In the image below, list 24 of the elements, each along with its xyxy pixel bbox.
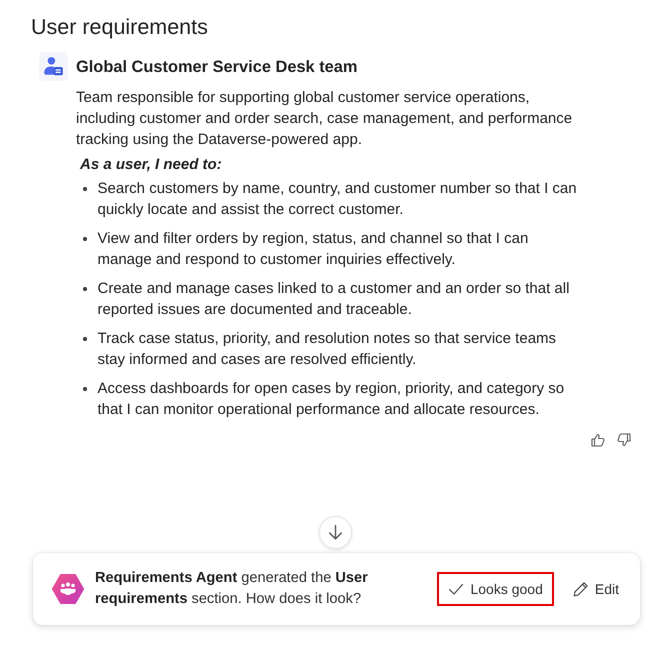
section-title: User requirements xyxy=(31,14,208,41)
bullet-icon xyxy=(83,337,86,340)
agent-message: Requirements Agent generated the User requirements section. How does it look? xyxy=(95,569,369,609)
requirement-text: Access dashboards for open cases by region, priority, and category so that I can monitor operational performance and allocate resources. xyxy=(98,379,566,420)
needs-heading: As a user, I need to: xyxy=(80,155,222,175)
persona-name: Global Customer Service Desk team xyxy=(76,56,358,78)
bullet-icon xyxy=(83,387,86,390)
bullet-icon xyxy=(83,287,86,290)
pencil-icon xyxy=(572,581,589,597)
people-hexagon-icon xyxy=(52,574,84,604)
requirement-text: View and filter orders by region, status, and channel so that I can manage and respond to customer inquiries effectively. xyxy=(98,229,530,270)
looks-good-button[interactable]: Looks good xyxy=(437,572,554,606)
requirement-text: Create and manage cases linked to a customer and an order so that all reported issues are documented and traceable. xyxy=(98,279,570,320)
checkmark-icon xyxy=(448,581,464,597)
bullet-icon xyxy=(83,237,86,240)
person-card-icon xyxy=(39,52,68,81)
down-arrow-icon xyxy=(327,524,344,541)
requirement-text: Search customers by name, country, and customer number so that I can quickly locate and assist the correct customer. xyxy=(98,179,578,220)
requirement-text: Track case status, priority, and resolution notes so that service teams stay informed and cases are resolved efficiently. xyxy=(98,329,558,370)
bullet-icon xyxy=(83,187,86,190)
persona-description: Team responsible for supporting global customer service operations, including customer and order search, case management, and performance tracking using the Dataverse-powered app. xyxy=(76,88,574,150)
thumbs-down-icon[interactable] xyxy=(616,432,632,448)
scroll-down-button[interactable] xyxy=(319,516,352,549)
thumbs-up-icon[interactable] xyxy=(590,432,606,448)
